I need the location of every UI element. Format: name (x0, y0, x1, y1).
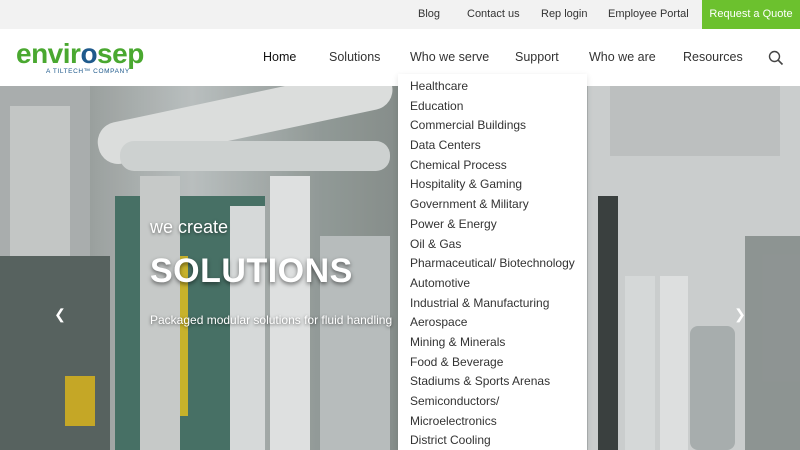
chevron-left-icon[interactable]: ❮ (53, 306, 67, 322)
logo-word-c: sep (97, 38, 144, 69)
dropdown-item-oil-gas[interactable]: Oil & Gas (398, 235, 587, 255)
who-we-serve-dropdown: Healthcare Education Commercial Building… (398, 74, 587, 450)
dropdown-item-automotive[interactable]: Automotive (398, 274, 587, 294)
employee-portal-link[interactable]: Employee Portal (608, 0, 689, 29)
logo-word-b: o (80, 38, 98, 69)
dropdown-item-commercial-buildings[interactable]: Commercial Buildings (398, 116, 587, 136)
logo-word-a: envir (16, 38, 81, 69)
dropdown-item-food-beverage[interactable]: Food & Beverage (398, 353, 587, 373)
dropdown-item-government-military[interactable]: Government & Military (398, 195, 587, 215)
dropdown-item-microelectronics[interactable]: Microelectronics (398, 412, 587, 432)
nav-home[interactable]: Home (263, 29, 296, 86)
logo-tagline: A TILTECH™ COMPANY (46, 68, 130, 75)
dropdown-item-stadiums-sports-arenas[interactable]: Stadiums & Sports Arenas (398, 372, 587, 392)
contact-us-link[interactable]: Contact us (467, 0, 520, 29)
dropdown-item-data-centers[interactable]: Data Centers (398, 136, 587, 156)
dropdown-item-aerospace[interactable]: Aerospace (398, 313, 587, 333)
dropdown-item-district-cooling[interactable]: District Cooling (398, 431, 587, 450)
search-icon[interactable] (768, 50, 784, 66)
hero-tagline: Packaged modular solutions for fluid han… (150, 313, 393, 327)
chevron-right-icon[interactable]: ❯ (733, 306, 747, 322)
dropdown-item-semiconductors[interactable]: Semiconductors/ (398, 392, 587, 412)
dropdown-item-education[interactable]: Education (398, 97, 587, 117)
dropdown-item-power-energy[interactable]: Power & Energy (398, 215, 587, 235)
dropdown-item-industrial-manufacturing[interactable]: Industrial & Manufacturing (398, 294, 587, 314)
dropdown-item-hospitality-gaming[interactable]: Hospitality & Gaming (398, 175, 587, 195)
dropdown-item-healthcare[interactable]: Healthcare (398, 77, 587, 97)
nav-solutions[interactable]: Solutions (329, 29, 380, 86)
dropdown-item-mining-minerals[interactable]: Mining & Minerals (398, 333, 587, 353)
rep-login-link[interactable]: Rep login (541, 0, 587, 29)
nav-resources[interactable]: Resources (683, 29, 743, 86)
dropdown-item-pharmaceutical[interactable]: Pharmaceutical/ Biotechnology (398, 254, 587, 274)
dropdown-item-chemical-process[interactable]: Chemical Process (398, 156, 587, 176)
request-quote-button[interactable]: Request a Quote (702, 0, 800, 29)
envirosep-logo[interactable]: envirosep A TILTECH™ COMPANY (16, 40, 156, 80)
hero-headline: SOLUTIONS (150, 252, 353, 290)
hero-kicker: we create (150, 217, 229, 237)
blog-link[interactable]: Blog (418, 0, 440, 29)
nav-who-we-are[interactable]: Who we are (589, 29, 656, 86)
utility-bar: Blog Contact us Rep login Employee Porta… (0, 0, 800, 29)
